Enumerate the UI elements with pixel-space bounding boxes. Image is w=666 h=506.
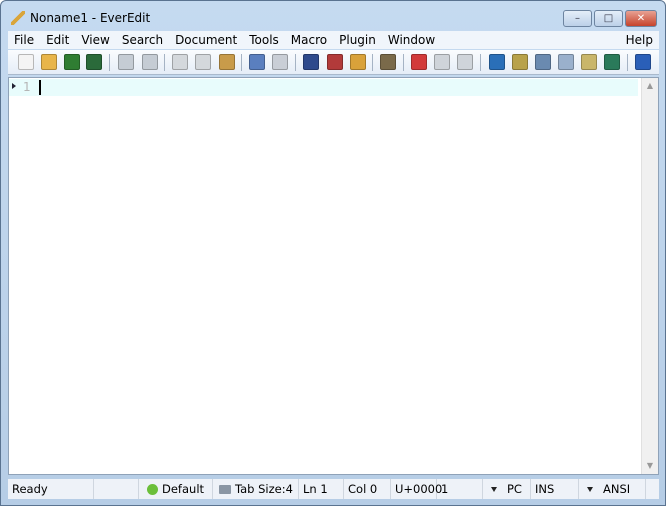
status-line-ending-text: PC [507, 482, 522, 496]
info-icon[interactable] [635, 54, 651, 70]
status-ready: Ready [8, 479, 94, 499]
status-bar: Ready Default Tab Size:4 Ln 1 Col 0 U+00… [8, 479, 659, 499]
panel-4-icon[interactable] [581, 54, 597, 70]
status-encoding[interactable]: ANSI [579, 479, 646, 499]
menu-view[interactable]: View [75, 33, 115, 47]
scroll-down-icon[interactable]: ▼ [642, 458, 658, 474]
current-line-marker-icon [12, 83, 16, 89]
panel-2-icon[interactable] [535, 54, 551, 70]
panel-3-icon[interactable] [558, 54, 574, 70]
menu-bar: File Edit View Search Document Tools Macro Plug… [8, 31, 659, 49]
status-unicode-text: U+0000 [395, 482, 443, 496]
outline-icon[interactable] [489, 54, 505, 70]
status-mode-text: INS [535, 482, 555, 496]
toolbar-separator [627, 54, 628, 71]
macro-play-multiple-icon[interactable] [457, 54, 473, 70]
menu-edit[interactable]: Edit [40, 33, 75, 47]
menu-search[interactable]: Search [116, 33, 169, 47]
web-search-icon[interactable] [604, 54, 620, 70]
status-syntax-text: Default [162, 482, 205, 496]
redo-icon[interactable] [142, 54, 158, 70]
toolbar [8, 50, 659, 75]
menu-help[interactable]: Help [620, 33, 659, 47]
toolbar-separator [164, 54, 165, 71]
toolbar-separator [109, 54, 110, 71]
status-line-text: Ln 1 [303, 482, 328, 496]
find-icon[interactable] [303, 54, 319, 70]
current-line-highlight [9, 79, 638, 96]
menu-macro[interactable]: Macro [285, 33, 333, 47]
toolbar-separator [480, 54, 481, 71]
menu-window[interactable]: Window [382, 33, 441, 47]
status-col-text: Col 0 [348, 482, 378, 496]
status-empty [94, 479, 139, 499]
new-file-icon[interactable] [18, 54, 34, 70]
status-tab-size-text: Tab Size:4 [235, 482, 293, 496]
replace-icon[interactable] [327, 54, 343, 70]
status-ready-text: Ready [12, 482, 48, 496]
vertical-scrollbar[interactable]: ▲ ▼ [641, 78, 658, 474]
menu-tools[interactable]: Tools [243, 33, 285, 47]
copy-icon[interactable] [195, 54, 211, 70]
scroll-up-icon[interactable]: ▲ [642, 78, 658, 94]
open-folder-icon[interactable] [41, 54, 57, 70]
app-pencil-icon [11, 11, 25, 25]
menu-document[interactable]: Document [169, 33, 243, 47]
find-in-files-icon[interactable] [350, 54, 366, 70]
menu-plugin[interactable]: Plugin [333, 33, 382, 47]
hex-icon[interactable] [380, 54, 396, 70]
macro-record-icon[interactable] [411, 54, 427, 70]
status-char-count: 1 [437, 479, 483, 499]
insert-file-icon[interactable] [249, 54, 265, 70]
status-line[interactable]: Ln 1 [299, 479, 344, 499]
minimize-button[interactable]: – [563, 10, 592, 27]
panel-1-icon[interactable] [512, 54, 528, 70]
toolbar-separator [295, 54, 296, 71]
title-bar: Noname1 - EverEdit [11, 9, 150, 27]
resize-grip[interactable] [646, 479, 659, 499]
window-title: Noname1 - EverEdit [30, 11, 151, 25]
close-button[interactable]: ✕ [625, 10, 657, 27]
toolbar-separator [372, 54, 373, 71]
syntax-icon [147, 483, 158, 495]
status-char-count-text: 1 [441, 482, 449, 496]
save-all-icon[interactable] [86, 54, 102, 70]
editor-area[interactable]: 1 ▲ ▼ [8, 77, 659, 475]
status-mode[interactable]: INS [531, 479, 579, 499]
macro-play-icon[interactable] [434, 54, 450, 70]
undo-icon[interactable] [118, 54, 134, 70]
toolbar-separator [403, 54, 404, 71]
tab-icon [219, 484, 231, 494]
maximize-button[interactable]: □ [594, 10, 623, 27]
app-window: Noname1 - EverEdit – □ ✕ File Edit View Sea… [0, 0, 666, 506]
status-line-ending[interactable]: PC [483, 479, 531, 499]
dropdown-icon [491, 486, 497, 492]
menu-file[interactable]: File [8, 33, 40, 47]
format-icon[interactable] [272, 54, 288, 70]
status-syntax[interactable]: Default [139, 479, 213, 499]
line-number: 1 [23, 80, 31, 94]
text-caret [39, 80, 41, 95]
status-tab-size[interactable]: Tab Size:4 [213, 479, 299, 499]
toolbar-separator [241, 54, 242, 71]
cut-icon[interactable] [172, 54, 188, 70]
status-col[interactable]: Col 0 [344, 479, 391, 499]
dropdown-icon [587, 486, 593, 492]
status-encoding-text: ANSI [603, 482, 631, 496]
status-unicode: U+0000 [391, 479, 442, 499]
save-icon[interactable] [64, 54, 80, 70]
paste-icon[interactable] [219, 54, 235, 70]
